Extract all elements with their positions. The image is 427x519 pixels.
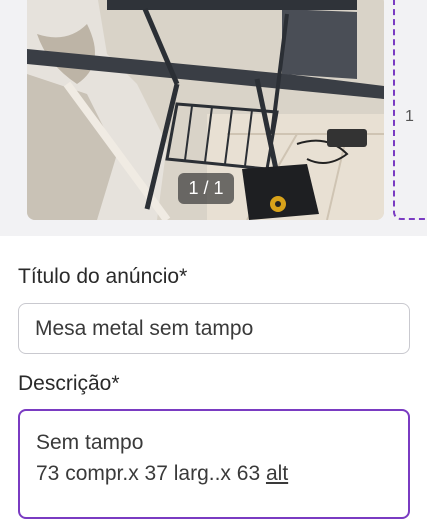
description-line-1: Sem tampo [36, 431, 144, 454]
title-input[interactable]: Mesa metal sem tampo [18, 303, 410, 354]
description-line-2-text: 73 compr.x 37 larg..x 63 [36, 462, 266, 485]
photo-gallery: 1 / 1 1 [0, 0, 427, 236]
slot-glyph: 1 [405, 108, 414, 125]
next-photo-slot[interactable]: 1 [393, 0, 427, 220]
spellcheck-underlined-word: alt [265, 462, 289, 485]
title-label: Título do anúncio* [18, 265, 188, 288]
description-label: Descrição* [18, 372, 120, 395]
description-line-2: 73 compr.x 37 larg..x 63 alt [36, 458, 408, 489]
photo-counter-badge: 1 / 1 [178, 173, 234, 204]
description-textarea[interactable]: Sem tampo 73 compr.x 37 larg..x 63 alt [18, 409, 410, 519]
